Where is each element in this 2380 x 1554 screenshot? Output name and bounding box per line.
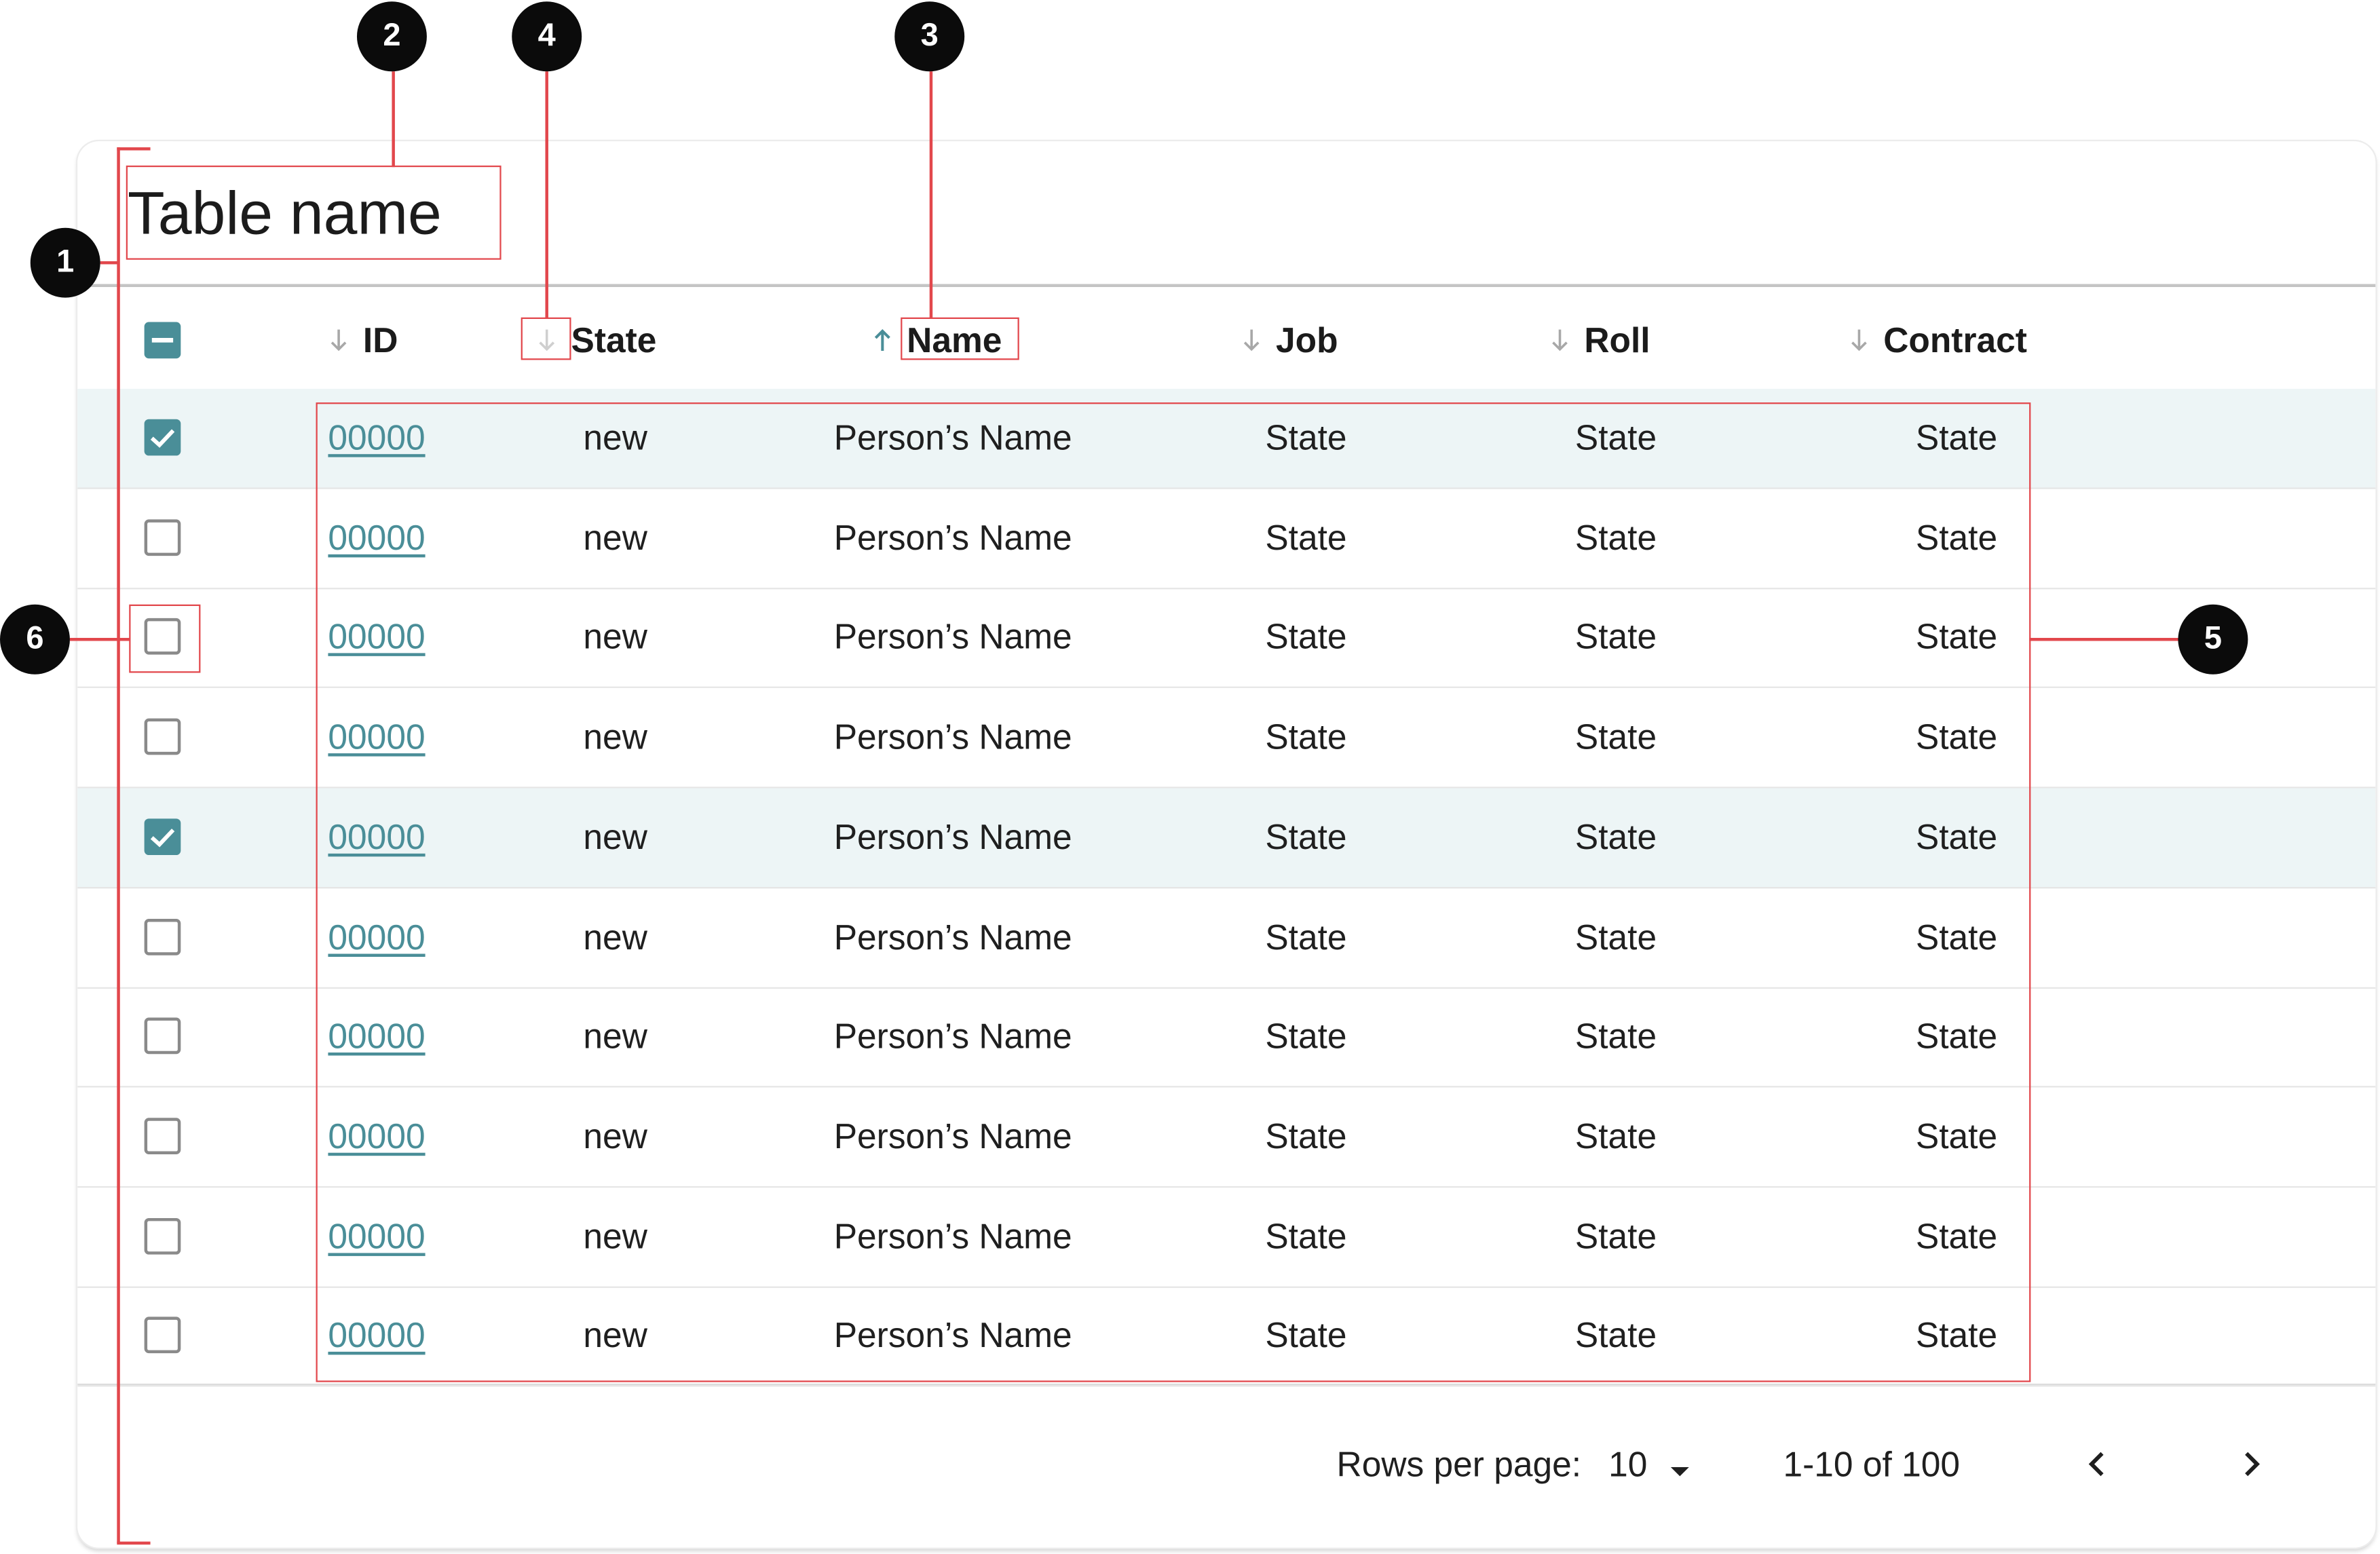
row-checkbox[interactable] [144, 1316, 181, 1354]
check-icon [150, 429, 175, 448]
column-header-label: Job [1276, 320, 1338, 360]
sort-down-icon [1549, 325, 1570, 356]
column-header-label: Contract [1883, 320, 2027, 360]
annotation-box [126, 165, 502, 260]
callout-badge: 4 [512, 1, 582, 72]
annotation-leader [392, 71, 394, 168]
sort-up-icon [872, 325, 893, 356]
sort-down-icon [1849, 325, 1870, 356]
column-header-label: ID [362, 320, 398, 360]
annotation-box [129, 604, 201, 673]
rows-per-page-label: Rows per page: [1336, 1444, 1582, 1484]
row-checkbox[interactable] [144, 919, 181, 955]
header-divider [77, 284, 2376, 288]
callout-badge: 5 [2178, 604, 2248, 675]
column-header-label: Roll [1584, 320, 1650, 360]
column-header-label: State [571, 320, 657, 360]
annotation-leader [2029, 638, 2181, 641]
column-header-id[interactable]: ID [328, 296, 398, 384]
annotation-bracket [117, 147, 151, 150]
page-range: 1-10 of 100 [1783, 1444, 1960, 1484]
annotation-leader [929, 71, 932, 320]
row-checkbox[interactable] [144, 519, 181, 556]
footer-divider [77, 1383, 2376, 1386]
annotation-leader [100, 261, 119, 264]
minus-icon [151, 337, 174, 343]
rows-per-page-select[interactable]: 10 [1608, 1429, 1690, 1499]
annotation-bracket [117, 1541, 151, 1544]
annotation-leader [545, 71, 548, 320]
check-icon [150, 829, 175, 848]
sort-down-icon [1241, 325, 1262, 356]
row-checkbox[interactable] [144, 1217, 181, 1255]
rows-per-page-value: 10 [1608, 1444, 1648, 1484]
select-all-checkbox[interactable] [144, 322, 181, 359]
callout-badge: 6 [0, 604, 70, 675]
row-checkbox[interactable] [144, 1017, 181, 1055]
row-checkbox[interactable] [144, 419, 181, 456]
chevron-right-icon[interactable] [2227, 1440, 2275, 1489]
row-checkbox[interactable] [144, 718, 181, 755]
annotation-box [521, 317, 571, 360]
annotation-bracket [117, 147, 119, 1543]
column-header-roll[interactable]: Roll [1549, 296, 1650, 384]
chevron-left-icon[interactable] [2073, 1440, 2122, 1489]
sort-down-icon [328, 325, 349, 356]
column-header-job[interactable]: Job [1241, 296, 1338, 384]
row-checkbox[interactable] [144, 1118, 181, 1154]
annotated-table-spec: Table name ID State Name Job Roll Contra… [0, 0, 2380, 1554]
caret-down-icon [1669, 1432, 1690, 1502]
annotation-box [316, 402, 2031, 1382]
annotation-leader [69, 638, 131, 641]
callout-badge: 2 [356, 1, 427, 72]
row-checkbox[interactable] [144, 818, 181, 856]
callout-badge: 3 [894, 1, 965, 72]
callout-badge: 1 [30, 227, 100, 298]
column-header-contract[interactable]: Contract [1849, 296, 2027, 384]
annotation-box [901, 317, 1019, 360]
